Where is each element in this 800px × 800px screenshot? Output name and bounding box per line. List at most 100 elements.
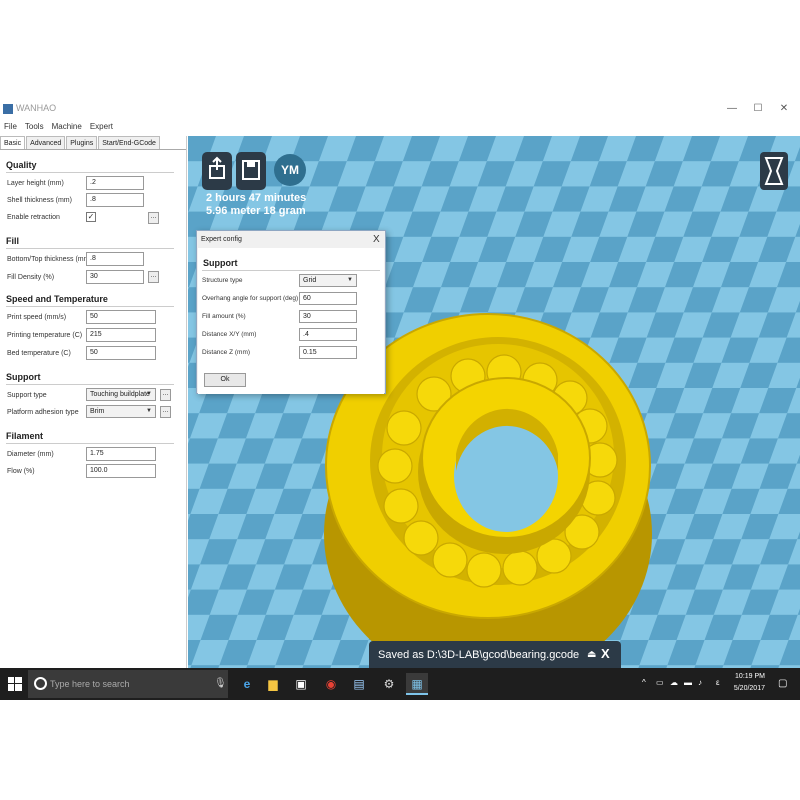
dialog-close-button[interactable]: X: [373, 234, 380, 245]
clock-time[interactable]: 10:19 PM: [735, 673, 765, 680]
section-divider: [6, 443, 174, 444]
adhesion-type-value: Brim: [90, 408, 105, 415]
cloud-icon[interactable]: ☁: [670, 678, 678, 687]
bottom-top-thickness-label: Bottom/Top thickness (mm): [7, 256, 92, 263]
layer-height-input[interactable]: .2: [86, 176, 144, 190]
section-divider: [6, 384, 174, 385]
menu-machine[interactable]: Machine: [48, 120, 86, 134]
save-gcode-button[interactable]: [236, 152, 266, 190]
adhesion-settings-button[interactable]: ...: [160, 406, 171, 418]
store-icon[interactable]: ▣: [290, 673, 312, 695]
taskbar: Type here to search 🎙 e ▆ ▣ ◉ ▤ ⚙ ▦ ^ ▭ …: [0, 668, 800, 700]
section-divider: [6, 248, 174, 249]
support-type-label: Support type: [7, 392, 47, 399]
print-time-text: 2 hours 47 minutes: [206, 192, 307, 204]
close-button[interactable]: ✕: [772, 102, 796, 116]
app-icon-blue[interactable]: ▤: [348, 673, 370, 695]
ime-icon[interactable]: ε: [716, 678, 720, 687]
battery-icon[interactable]: ▬: [684, 678, 692, 687]
volume-icon[interactable]: ♪: [698, 678, 702, 687]
taskbar-search-box[interactable]: Type here to search 🎙: [28, 670, 228, 698]
3d-viewport[interactable]: YM 2 hours 47 minutes 5.96 meter 18 gram: [188, 136, 800, 668]
distance-xy-input[interactable]: .4: [299, 328, 357, 341]
view-mode-icon: [764, 157, 784, 185]
save-notification-text: Saved as D:\3D-LAB\gcod\bearing.gcode: [378, 649, 580, 661]
adhesion-type-label: Platform adhesion type: [7, 409, 79, 416]
overhang-angle-label: Overhang angle for support (deg): [202, 295, 299, 302]
clock-date[interactable]: 5/20/2017: [732, 685, 765, 692]
distance-z-input[interactable]: 0.15: [299, 346, 357, 359]
menu-file[interactable]: File: [0, 120, 21, 134]
maximize-button[interactable]: ☐: [746, 102, 770, 116]
action-center-icon[interactable]: ▢: [778, 678, 787, 689]
support-type-value: Touching buildplate: [90, 391, 150, 398]
chrome-icon[interactable]: ◉: [320, 673, 342, 695]
adhesion-type-select[interactable]: Brim ▼: [86, 405, 156, 418]
microphone-icon[interactable]: 🎙: [214, 678, 227, 689]
fill-amount-input[interactable]: 30: [299, 310, 357, 323]
printing-temperature-input[interactable]: 215: [86, 328, 156, 342]
print-speed-label: Print speed (mm/s): [7, 314, 67, 321]
expert-config-dialog: Expert config X Support Structure type G…: [196, 230, 386, 394]
menu-expert[interactable]: Expert: [86, 120, 117, 134]
window-title: WANHAO: [16, 103, 57, 113]
show-hidden-icons-icon[interactable]: ^: [642, 678, 646, 687]
network-icon[interactable]: ▭: [656, 678, 664, 687]
bottom-top-thickness-input[interactable]: .8: [86, 252, 144, 266]
diameter-label: Diameter (mm): [7, 451, 54, 458]
retraction-settings-button[interactable]: ...: [148, 212, 159, 224]
desktop-screen: WANHAO — ☐ ✕ File Tools Machine Expert B…: [0, 100, 800, 700]
menu-tools[interactable]: Tools: [21, 120, 48, 134]
print-speed-input[interactable]: 50: [86, 310, 156, 324]
support-type-select[interactable]: Touching buildplate ▼: [86, 388, 156, 401]
structure-type-label: Structure type: [202, 277, 243, 284]
structure-type-select[interactable]: Grid ▼: [299, 274, 357, 287]
dialog-section-support: Support: [203, 258, 238, 268]
support-settings-button[interactable]: ...: [160, 389, 171, 401]
view-mode-button[interactable]: [760, 152, 788, 190]
settings-panel: Basic Advanced Plugins Start/End-GCode Q…: [0, 136, 187, 668]
fill-settings-button[interactable]: ...: [148, 271, 159, 283]
section-divider: [6, 172, 174, 173]
section-quality-title: Quality: [6, 160, 37, 170]
notification-close-button[interactable]: X: [601, 646, 610, 661]
material-usage-text: 5.96 meter 18 gram: [206, 205, 306, 217]
cortana-icon: [34, 677, 47, 690]
section-support-title: Support: [6, 372, 41, 382]
menu-bar: File Tools Machine Expert: [0, 120, 117, 134]
chevron-down-icon: ▼: [347, 277, 353, 283]
section-filament-title: Filament: [6, 431, 44, 441]
distance-xy-label: Distance X/Y (mm): [202, 331, 257, 338]
ok-button[interactable]: Ok: [204, 373, 246, 387]
bed-temperature-input[interactable]: 50: [86, 346, 156, 360]
fill-density-label: Fill Density (%): [7, 274, 55, 281]
printer-app-icon[interactable]: ⚙: [378, 673, 400, 695]
flow-input[interactable]: 100.0: [86, 464, 156, 478]
ym-label: YM: [281, 163, 299, 177]
section-divider: [6, 306, 174, 307]
shell-thickness-input[interactable]: .8: [86, 193, 144, 207]
file-explorer-icon[interactable]: ▆: [262, 673, 284, 695]
wanhao-app-icon[interactable]: ▦: [406, 673, 428, 695]
tab-advanced[interactable]: Advanced: [26, 136, 66, 149]
chevron-down-icon: ▼: [146, 391, 152, 397]
diameter-input[interactable]: 1.75: [86, 447, 156, 461]
tab-start-end-gcode[interactable]: Start/End-GCode: [98, 136, 160, 149]
minimize-button[interactable]: —: [720, 102, 744, 116]
eject-icon[interactable]: ⏏: [587, 649, 596, 660]
dialog-title: Expert config: [201, 236, 242, 243]
fill-density-input[interactable]: 30: [86, 270, 144, 284]
windows-start-icon[interactable]: [8, 677, 22, 691]
overhang-angle-input[interactable]: 60: [299, 292, 357, 305]
save-icon: [242, 160, 260, 180]
section-divider: [202, 270, 380, 271]
enable-retraction-label: Enable retraction: [7, 214, 60, 221]
chevron-down-icon: ▼: [146, 408, 152, 414]
edge-icon[interactable]: e: [236, 673, 258, 695]
enable-retraction-checkbox[interactable]: ✓: [86, 212, 96, 222]
tab-basic[interactable]: Basic: [0, 136, 26, 149]
load-model-button[interactable]: [202, 152, 232, 190]
ym-button[interactable]: YM: [274, 154, 306, 186]
title-bar: WANHAO — ☐ ✕: [0, 100, 800, 118]
tab-plugins[interactable]: Plugins: [66, 136, 98, 149]
